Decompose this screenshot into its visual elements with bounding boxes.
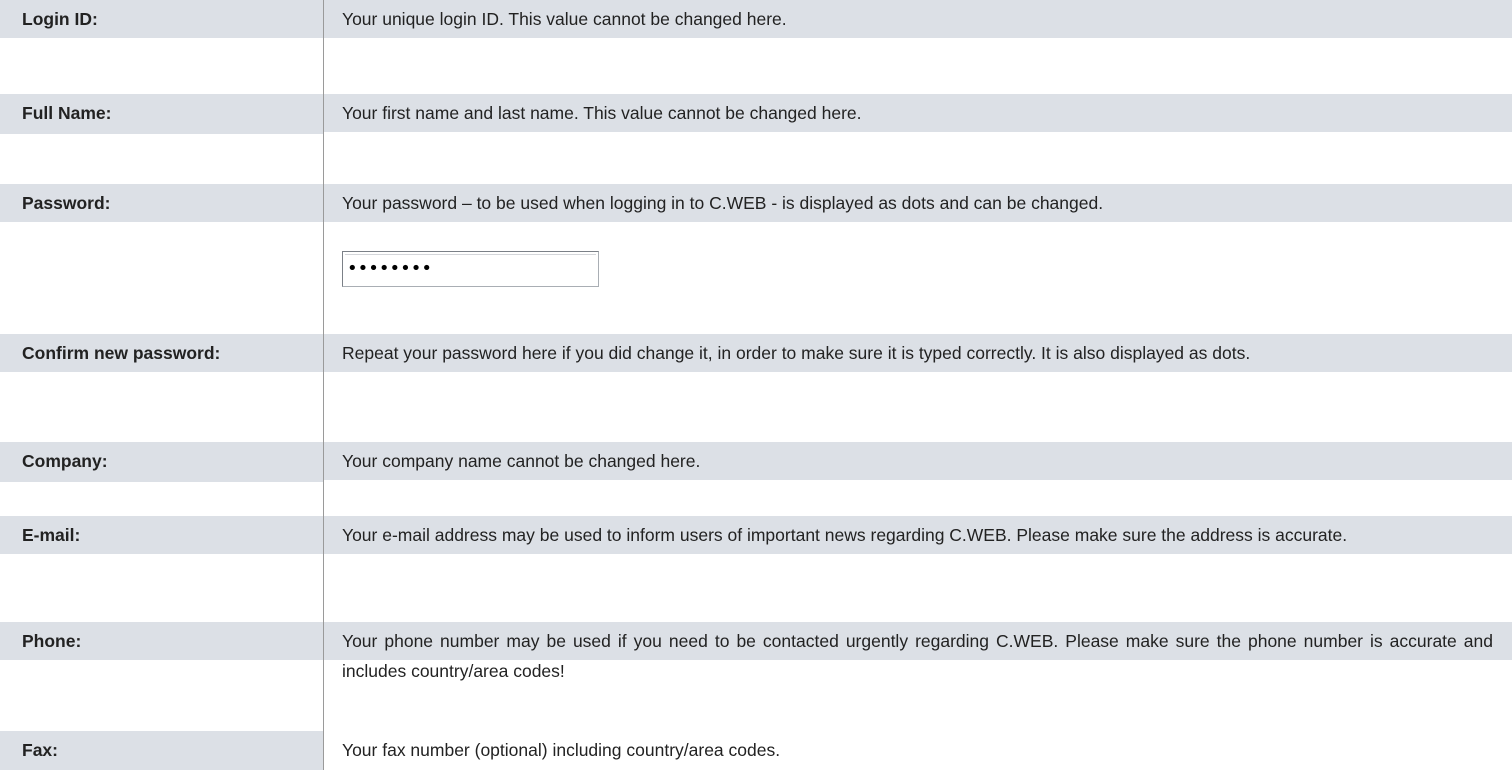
password-input[interactable]: •••••••• (342, 251, 599, 287)
row-label-company: Company: (22, 451, 108, 471)
row-label-confirm-password: Confirm new password: (22, 343, 221, 363)
row-confirm-password: Confirm new password: Repeat your passwo… (0, 334, 1512, 442)
row-description-password: Your password – to be used when logging … (342, 193, 1104, 213)
row-label-phone: Phone: (22, 631, 82, 651)
row-description-login-id: Your unique login ID. This value cannot … (342, 9, 787, 29)
row-full-name: Full Name: Your first name and last name… (0, 94, 1512, 184)
row-label-login-id: Login ID: (22, 9, 98, 29)
column-divider (323, 94, 324, 184)
column-divider (323, 622, 324, 731)
row-description-fax: Your fax number (optional) including cou… (342, 740, 781, 760)
row-fax: Fax: Your fax number (optional) includin… (0, 731, 1512, 770)
row-company: Company: Your company name cannot be cha… (0, 442, 1512, 516)
column-divider (323, 184, 324, 334)
row-description-email: Your e-mail address may be used to infor… (342, 525, 1348, 545)
row-label-fax: Fax: (22, 740, 58, 760)
column-divider (323, 334, 324, 442)
row-login-id: Login ID: Your unique login ID. This val… (0, 0, 1512, 94)
column-divider (323, 516, 324, 622)
row-label-password: Password: (22, 193, 111, 213)
row-password: Password: Your password – to be used whe… (0, 184, 1512, 334)
row-phone: Phone: Your phone number may be used if … (0, 622, 1512, 731)
row-description-full-name: Your first name and last name. This valu… (342, 103, 862, 123)
row-label-full-name: Full Name: (22, 103, 112, 123)
column-divider (323, 731, 324, 770)
row-description-confirm-password: Repeat your password here if you did cha… (342, 343, 1251, 363)
row-label-email: E-mail: (22, 525, 81, 545)
row-description-phone: Your phone number may be used if you nee… (342, 631, 1493, 681)
row-email: E-mail: Your e-mail address may be used … (0, 516, 1512, 622)
row-description-company: Your company name cannot be changed here… (342, 451, 701, 471)
column-divider (323, 0, 324, 94)
column-divider (323, 442, 324, 516)
password-mask: •••••••• (347, 258, 432, 279)
